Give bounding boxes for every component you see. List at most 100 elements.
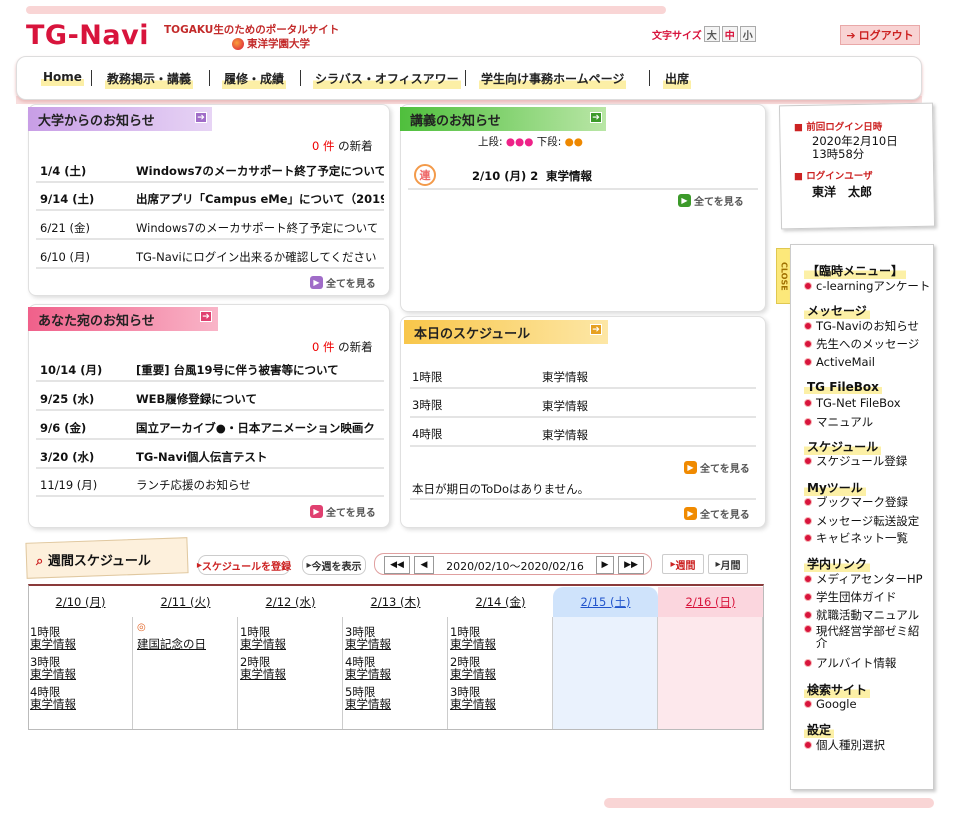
personal-notice-link[interactable]: ランチ応援のお知らせ xyxy=(136,477,384,493)
week-item-subject[interactable]: 東学情報 xyxy=(345,668,391,680)
personal-notice-open-icon[interactable]: ➔ xyxy=(200,311,212,322)
footer-decoration xyxy=(604,798,934,808)
week-item-subject[interactable]: 東学情報 xyxy=(345,698,391,710)
personal-notice-link[interactable]: WEB履修登録について xyxy=(136,391,384,407)
week-day-header[interactable]: 2/10 (月) xyxy=(28,587,133,617)
week-item-subject[interactable]: 東学情報 xyxy=(240,668,286,680)
week-item-subject[interactable]: 東学情報 xyxy=(450,638,496,650)
univ-notice-view-all[interactable]: ▶ 全てを見る xyxy=(310,275,376,290)
nav-grades[interactable]: 履修・成績 xyxy=(222,70,287,89)
week-schedule-item[interactable]: 1時限 東学情報 xyxy=(450,626,496,650)
univ-notice-link[interactable]: TG-Naviにログイン出来るか確認してください xyxy=(136,249,384,265)
week-item-subject[interactable]: 東学情報 xyxy=(450,668,496,680)
week-day-header[interactable]: 2/14 (金) xyxy=(448,587,553,617)
week-schedule-item[interactable]: 1時限 東学情報 xyxy=(30,626,76,650)
nav-home[interactable]: Home xyxy=(41,70,84,86)
week-item-subject[interactable]: 東学情報 xyxy=(240,638,286,650)
week-schedule-item[interactable]: 4時限 東学情報 xyxy=(30,686,76,710)
univ-notice-link[interactable]: Windows7のメーカサポート終了予定について xyxy=(136,163,384,179)
month-view-button[interactable]: ▸ 月間 xyxy=(708,554,748,574)
tg-navi-logo[interactable]: TG-Navi xyxy=(26,20,149,51)
sidebar-link-label: スケジュール登録 xyxy=(816,454,908,468)
week-day-header[interactable]: 2/15 (土) xyxy=(553,587,658,617)
play-icon: ▶ xyxy=(684,507,697,520)
sidebar-link[interactable]: メディアセンターHP xyxy=(804,571,923,587)
today-schedule-open-icon[interactable]: ➔ xyxy=(590,324,602,335)
prev-prev-button[interactable]: ◀◀ xyxy=(384,556,410,574)
lecture-notice-open-icon[interactable]: ➔ xyxy=(590,112,602,123)
sidebar-link[interactable]: Google xyxy=(804,697,857,711)
sidebar-link[interactable]: 個人種別選択 xyxy=(804,737,885,753)
sidebar-link[interactable]: 学生団体ガイド xyxy=(804,589,897,605)
sidebar-link[interactable]: c-learningアンケート xyxy=(804,278,930,294)
row-divider xyxy=(410,498,756,500)
sidebar-link[interactable]: 先生へのメッセージ xyxy=(804,336,919,352)
lecture-notice-title: 講義のお知らせ xyxy=(400,107,606,131)
univ-notice-link[interactable]: 出席アプリ「Campus eMe」について（2019年秋 xyxy=(136,191,384,207)
univ-notice-open-icon[interactable]: ➔ xyxy=(195,112,207,123)
week-schedule-item[interactable]: 1時限 東学情報 xyxy=(240,626,286,650)
week-day-header[interactable]: 2/12 (水) xyxy=(238,587,343,617)
lecture-notice-link[interactable]: 東学情報 xyxy=(546,168,646,184)
holiday-item[interactable]: ◎ 建国記念の日 xyxy=(137,622,206,650)
sidebar-link[interactable]: マニュアル xyxy=(804,414,873,430)
personal-notice-view-all[interactable]: ▶ 全てを見る xyxy=(310,504,376,519)
sidebar-link[interactable]: メッセージ転送設定 xyxy=(804,513,919,529)
this-week-button[interactable]: ▸ 今週を表示 xyxy=(302,555,366,575)
week-item-subject[interactable]: 東学情報 xyxy=(30,668,76,680)
next-next-button[interactable]: ▶▶ xyxy=(618,556,644,574)
personal-notice-link[interactable]: TG-Navi個人伝言テスト xyxy=(136,449,384,465)
sidebar-link[interactable]: キャビネット一覧 xyxy=(804,530,908,546)
sidebar-link[interactable]: 現代経営学部ゼミ紹介 xyxy=(804,625,928,649)
nav-syllabus[interactable]: シラバス・オフィスアワー xyxy=(313,70,461,89)
sidebar-link[interactable]: TG-Naviのお知らせ xyxy=(804,318,919,334)
week-item-subject[interactable]: 東学情報 xyxy=(30,638,76,650)
sidebar-link[interactable]: TG-Net FileBox xyxy=(804,396,901,410)
week-item-subject[interactable]: 東学情報 xyxy=(450,698,496,710)
week-schedule-item[interactable]: 2時限 東学情報 xyxy=(240,656,286,680)
week-schedule-item[interactable]: 2時限 東学情報 xyxy=(450,656,496,680)
univ-notice-date: 9/14 (土) xyxy=(40,192,95,206)
week-item-subject[interactable]: 東学情報 xyxy=(345,638,391,650)
week-schedule-item[interactable]: 5時限 東学情報 xyxy=(345,686,391,710)
week-day-header[interactable]: 2/11 (火) xyxy=(133,587,238,617)
nav-attendance[interactable]: 出席 xyxy=(663,70,692,89)
week-schedule-item[interactable]: 3時限 東学情報 xyxy=(450,686,496,710)
logout-button[interactable]: ➔ ログアウト xyxy=(840,25,920,45)
univ-notice-link[interactable]: Windows7のメーカサポート終了予定について xyxy=(136,220,384,236)
week-schedule-item[interactable]: 4時限 東学情報 xyxy=(345,656,391,680)
font-size-small-button[interactable]: 小 xyxy=(739,26,756,42)
sidebar-link[interactable]: 就職活動マニュアル xyxy=(804,607,919,623)
todo-view-all[interactable]: ▶ 全てを見る xyxy=(684,506,750,521)
sidebar-link[interactable]: アルバイト情報 xyxy=(804,655,896,671)
week-day-column[interactable] xyxy=(553,617,658,729)
personal-notice-link[interactable]: 国立アーカイブ●・日本アニメーション映画ク xyxy=(136,420,384,436)
register-schedule-button[interactable]: ▸ スケジュールを登録 xyxy=(197,555,291,575)
font-size-medium-button[interactable]: 中 xyxy=(721,26,738,42)
week-view-button[interactable]: ▸ 週間 xyxy=(662,554,704,574)
today-schedule-view-all[interactable]: ▶ 全てを見る xyxy=(684,460,750,475)
week-day-label: 2/16 (日) xyxy=(685,595,736,609)
week-day-column[interactable] xyxy=(658,617,763,729)
lecture-notice-view-all[interactable]: ▶ 全てを見る xyxy=(678,193,744,208)
sidebar-link-label: アルバイト情報 xyxy=(816,656,897,670)
week-day-header[interactable]: 2/13 (木) xyxy=(343,587,448,617)
nav-office-home[interactable]: 学生向け事務ホームページ xyxy=(479,70,627,89)
sidebar-link[interactable]: スケジュール登録 xyxy=(804,453,907,469)
sidebar-link[interactable]: ブックマーク登録 xyxy=(804,494,908,510)
last-login-time: 13時58分 xyxy=(812,147,865,161)
univ-notice-title: 大学からのお知らせ xyxy=(28,107,212,131)
week-item-subject[interactable]: 東学情報 xyxy=(30,698,76,710)
nav-courses[interactable]: 教務掲示・講義 xyxy=(105,70,194,89)
week-schedule-item[interactable]: 3時限 東学情報 xyxy=(30,656,76,680)
row-divider xyxy=(36,209,384,211)
week-day-label: 2/15 (土) xyxy=(580,595,631,609)
next-button[interactable]: ▶ xyxy=(596,556,614,574)
todo-message: 本日が期日のToDoはありません。 xyxy=(412,482,590,496)
font-size-large-button[interactable]: 大 xyxy=(703,26,720,42)
sidebar-link[interactable]: ActiveMail xyxy=(804,355,875,369)
personal-notice-link[interactable]: [重要] 台風19号に伴う被害等について xyxy=(136,362,384,378)
week-day-header[interactable]: 2/16 (日) xyxy=(658,587,763,617)
week-schedule-item[interactable]: 3時限 東学情報 xyxy=(345,626,391,650)
prev-button[interactable]: ◀ xyxy=(414,556,434,574)
